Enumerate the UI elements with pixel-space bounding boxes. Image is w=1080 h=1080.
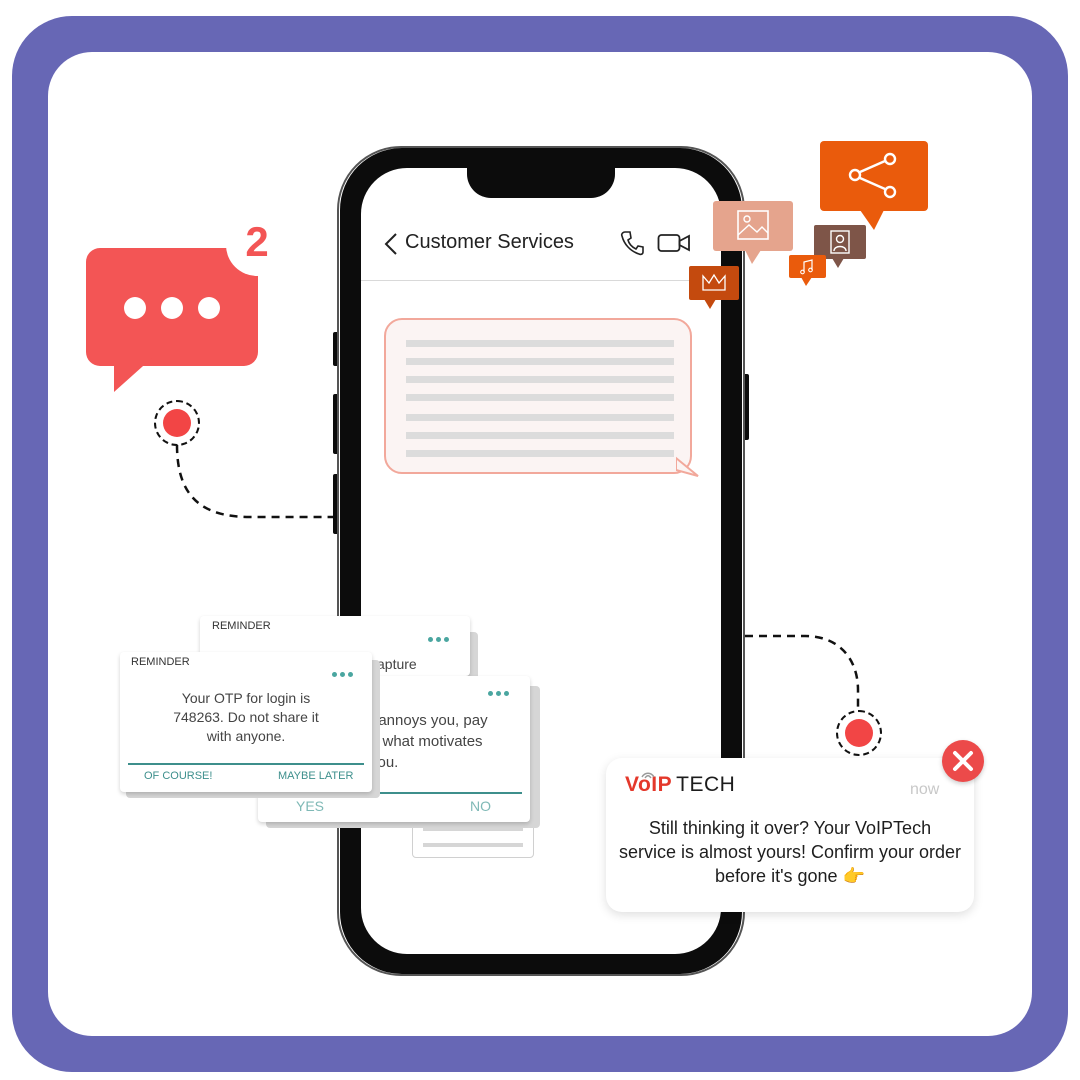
card-divider [128, 763, 364, 765]
signal-waves-icon [641, 772, 655, 779]
contact-bubble-tail [832, 258, 844, 268]
no-button[interactable]: NO [470, 798, 491, 814]
maybe-later-button[interactable]: MAYBE LATER [278, 770, 353, 782]
more-dots-icon[interactable] [488, 681, 512, 700]
more-dots-icon[interactable] [332, 662, 356, 681]
reminder-label: REMINDER [131, 656, 190, 668]
more-dots-icon[interactable] [428, 627, 452, 646]
video-camera-icon[interactable] [657, 232, 691, 254]
music-icon[interactable] [789, 255, 826, 278]
close-icon[interactable] [942, 740, 984, 782]
crown-icon[interactable] [689, 266, 739, 300]
of-course-button[interactable]: OF COURSE! [144, 770, 212, 782]
notification-time: now [910, 781, 940, 798]
location-pin-right [836, 710, 882, 756]
otp-message: Your OTP for login is 748263. Do not sha… [173, 690, 319, 744]
yes-button[interactable]: YES [296, 798, 324, 814]
phone-icon[interactable] [620, 230, 644, 256]
music-bubble-tail [801, 277, 812, 286]
otp-reminder-card[interactable]: REMINDER Your OTP for login is 748263. D… [120, 652, 372, 792]
unread-count-badge: 2 [245, 218, 269, 265]
chat-header-title: Customer Services [405, 231, 574, 253]
contact-icon[interactable] [814, 225, 866, 259]
voip-message: Still thinking it over? Your VoIPTech se… [618, 818, 962, 886]
image-bubble-tail [745, 250, 761, 264]
share-icon[interactable] [820, 141, 928, 211]
chevron-left-icon[interactable] [382, 232, 400, 256]
reminder-label: REMINDER [212, 620, 271, 632]
message-bubble [384, 318, 692, 474]
middle-card-text: t annoys you, pay o what motivates you. [370, 712, 488, 771]
header-divider [361, 280, 721, 281]
phone-notch [467, 160, 615, 198]
image-icon[interactable] [713, 201, 793, 251]
crown-bubble-tail [704, 299, 716, 309]
location-pin-left [154, 400, 200, 446]
message-bubble-tail [676, 456, 699, 477]
